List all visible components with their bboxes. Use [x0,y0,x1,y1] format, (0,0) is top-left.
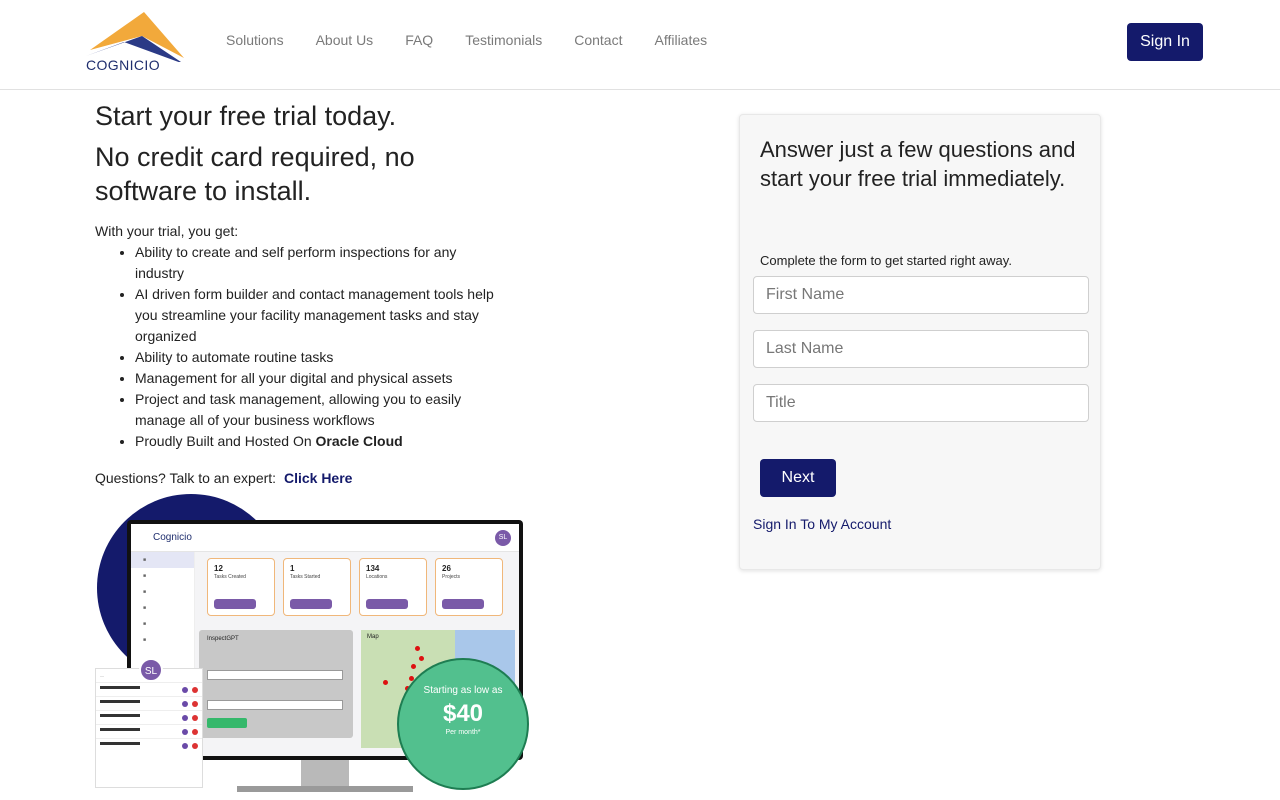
list-item: Ability to create and self perform inspe… [135,242,495,284]
list-item: AI driven form builder and contact manag… [135,284,495,347]
app-logo: Cognicio [153,532,192,543]
questions-text: Questions? Talk to an expert: [95,470,280,486]
notes-panel: — [95,668,203,788]
product-screenshot-image: Cognicio SL ■ ■ ■ ■ ■ ■ 12 Tasks Created… [95,490,535,800]
monitor-base [237,786,413,792]
benefits-list: Ability to create and self perform inspe… [95,242,495,452]
sidebar-item: ■ [143,637,147,643]
price-period: Per month* [445,729,481,736]
list-item: Project and task management, allowing yo… [135,389,495,431]
hero-title: Start your free trial today. [95,101,397,131]
stat-cards: 12 Tasks Created 1 Tasks Started 134 Loc… [207,558,511,616]
sign-in-button[interactable]: Sign In [1127,23,1203,61]
table-row [96,696,202,710]
stat-label: Tasks Started [290,574,321,580]
map-pin-icon [415,646,420,651]
sign-in-account-link[interactable]: Sign In To My Account [753,516,891,532]
monitor-stand [301,760,349,786]
sidebar-item: ■ [143,621,147,627]
gpt-generate-button [207,718,247,728]
sidebar-item: ■ [143,605,147,611]
price-starting-text: Starting as low as [423,685,503,696]
main-nav: Solutions About Us FAQ Testimonials Cont… [226,32,739,48]
stat-label: Projects [442,574,461,580]
gpt-input [207,670,343,680]
form-subtitle: Complete the form to get started right a… [760,253,1012,268]
gpt-input [207,700,343,710]
gpt-title: InspectGPT [207,636,239,642]
map-pin-icon [383,680,388,685]
stat-card: 26 Projects [435,558,503,616]
sidebar-item: ■ [143,589,147,595]
logo-text: COGNICIO [86,57,160,73]
stat-card: 1 Tasks Started [283,558,351,616]
nav-link-contact[interactable]: Contact [574,32,622,48]
stat-button [290,599,332,609]
stat-number: 12 [214,564,223,573]
stat-label: Locations [366,574,388,580]
form-title: Answer just a few questions and start yo… [760,137,1076,191]
stat-number: 26 [442,564,451,573]
price-badge: Starting as low as $40 Per month* [397,658,529,790]
nav-link-solutions[interactable]: Solutions [226,32,284,48]
title-input[interactable] [753,384,1089,422]
signup-form-panel: Answer just a few questions and start yo… [739,114,1101,570]
list-item: Management for all your digital and phys… [135,368,495,389]
stat-button [214,599,256,609]
stat-card: 134 Locations [359,558,427,616]
table-row [96,710,202,724]
oracle-prefix: Proudly Built and Hosted On [135,433,316,449]
last-name-input[interactable] [753,330,1089,368]
inspect-gpt-panel: InspectGPT [199,630,353,738]
hero-section: Start your free trial today. No credit c… [95,100,535,489]
cognicio-logo[interactable]: COGNICIO [84,12,186,73]
stat-card: 12 Tasks Created [207,558,275,616]
price-amount: $40 [442,700,484,727]
next-button[interactable]: Next [760,459,836,497]
stat-number: 134 [366,564,380,573]
benefits-intro: With your trial, you get: [95,223,239,239]
stat-label: Tasks Created [214,574,246,580]
table-row [96,682,202,696]
top-navbar: COGNICIO Solutions About Us FAQ Testimon… [0,0,1280,90]
sidebar-item: ■ [143,573,147,579]
stat-number: 1 [290,564,295,573]
avatar: SL [139,658,163,682]
map-pin-icon [419,656,424,661]
nav-link-testimonials[interactable]: Testimonials [465,32,542,48]
oracle-cloud-label: Oracle Cloud [315,433,403,449]
hero-subtitle: No credit card required, no software to … [95,142,415,206]
questions-line: Questions? Talk to an expert: Click Here [95,468,535,489]
table-row [96,724,202,738]
stat-button [442,599,484,609]
logo-mark-icon [86,12,184,62]
stat-button [366,599,408,609]
avatar: SL [495,530,511,546]
map-pin-icon [411,664,416,669]
sidebar-item: ■ [131,552,194,568]
list-item: Ability to automate routine tasks [135,347,495,368]
app-topbar: Cognicio SL [131,524,519,552]
map-tab: Map [367,634,379,640]
table-row [96,738,202,752]
nav-link-faq[interactable]: FAQ [405,32,433,48]
click-here-link[interactable]: Click Here [284,470,352,486]
nav-link-affiliates[interactable]: Affiliates [654,32,707,48]
first-name-input[interactable] [753,276,1089,314]
list-item: Proudly Built and Hosted On Oracle Cloud [135,431,495,452]
nav-link-about-us[interactable]: About Us [316,32,374,48]
